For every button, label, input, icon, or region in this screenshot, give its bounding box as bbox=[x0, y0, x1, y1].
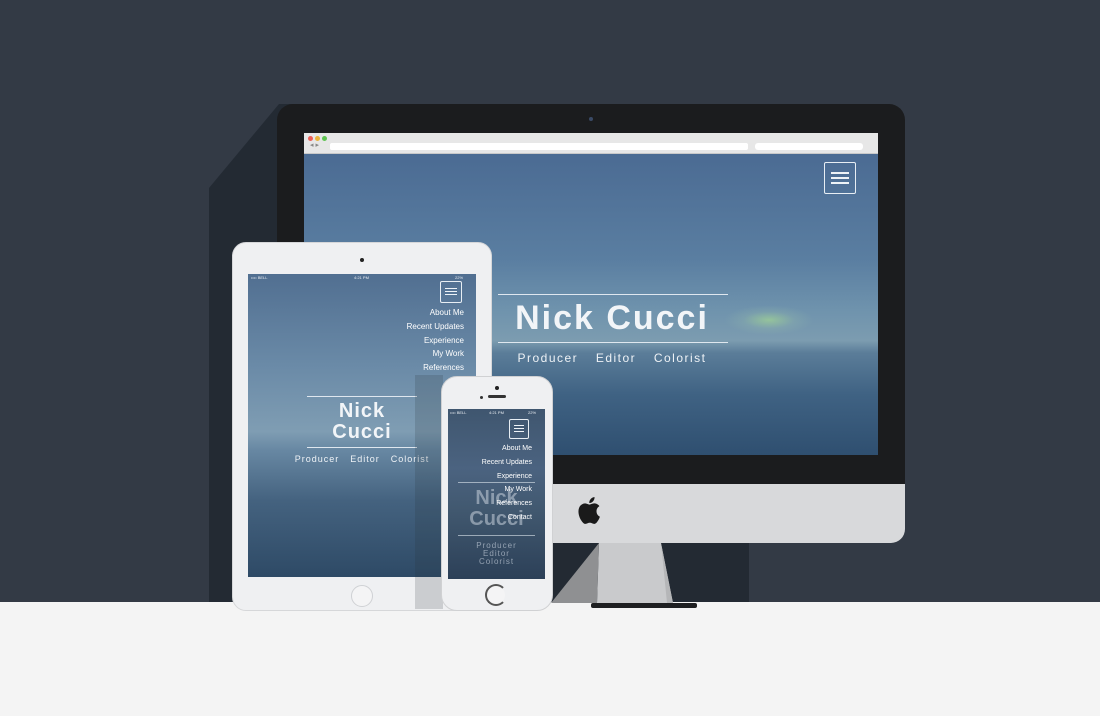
back-forward-icon[interactable]: ◂ ▸ bbox=[310, 142, 319, 150]
status-battery: 22% bbox=[528, 410, 537, 415]
title-rule-top bbox=[458, 482, 535, 483]
menu-item-experience[interactable]: Experience bbox=[448, 473, 532, 480]
hamburger-icon[interactable] bbox=[509, 419, 529, 439]
iphone-speaker bbox=[488, 395, 506, 398]
status-bar: •••• BELL 4:21 PM 22% bbox=[248, 274, 476, 281]
status-bar: •••• BELL 4:21 PM 22% bbox=[448, 409, 545, 416]
status-carrier: •••• BELL bbox=[450, 410, 467, 415]
menu-item-experience[interactable]: Experience bbox=[348, 336, 464, 345]
iphone-screen: •••• BELL 4:21 PM 22% Nick Cucci Produce… bbox=[448, 409, 545, 579]
menu-item-contact[interactable]: Contact bbox=[448, 514, 532, 521]
title-rule-bottom bbox=[458, 535, 535, 536]
status-battery: 22% bbox=[455, 275, 464, 280]
url-bar[interactable] bbox=[330, 143, 748, 150]
status-time: 4:21 PM bbox=[354, 275, 369, 280]
browser-toolbar: ◂ ▸ bbox=[304, 133, 878, 154]
title-rule-bottom bbox=[307, 447, 417, 448]
site-title-line2: Cucci bbox=[332, 421, 392, 443]
iphone-shadow bbox=[415, 375, 443, 609]
menu-item-references[interactable]: References bbox=[448, 500, 532, 507]
browser-search-bar[interactable] bbox=[755, 143, 863, 150]
menu-item-about-me[interactable]: About Me bbox=[448, 445, 532, 452]
title-rule-top bbox=[307, 396, 417, 397]
close-icon[interactable] bbox=[308, 136, 313, 141]
menu-item-references[interactable]: References bbox=[348, 363, 464, 372]
ipad-home-button[interactable] bbox=[351, 585, 373, 607]
imac-stand bbox=[551, 543, 697, 608]
site-title: Nick Cucci bbox=[515, 299, 709, 337]
site-tagline: Producer Editor Colorist bbox=[517, 351, 707, 365]
status-carrier: •••• BELL bbox=[251, 275, 268, 280]
site-title-line1: Nick bbox=[338, 400, 386, 422]
menu-item-about-me[interactable]: About Me bbox=[348, 308, 464, 317]
minimize-icon[interactable] bbox=[315, 136, 320, 141]
maximize-icon[interactable] bbox=[322, 136, 327, 141]
status-time: 4:21 PM bbox=[489, 410, 504, 415]
imac-camera bbox=[589, 117, 593, 121]
hamburger-icon[interactable] bbox=[824, 162, 856, 194]
apple-logo-icon bbox=[578, 497, 600, 524]
ipad-camera bbox=[360, 258, 364, 262]
floor bbox=[0, 602, 1100, 716]
title-rule-top bbox=[498, 294, 728, 295]
title-rule-bottom bbox=[498, 342, 728, 343]
hamburger-icon[interactable] bbox=[440, 281, 462, 303]
menu-item-my-work[interactable]: My Work bbox=[448, 486, 532, 493]
iphone-front-camera bbox=[480, 396, 483, 399]
tagline-colorist: Colorist bbox=[478, 557, 515, 566]
iphone-home-button[interactable] bbox=[485, 584, 507, 606]
menu-item-recent-updates[interactable]: Recent Updates bbox=[448, 459, 532, 466]
menu-item-recent-updates[interactable]: Recent Updates bbox=[348, 322, 464, 331]
iphone-camera bbox=[495, 386, 499, 390]
menu-item-my-work[interactable]: My Work bbox=[348, 349, 464, 358]
